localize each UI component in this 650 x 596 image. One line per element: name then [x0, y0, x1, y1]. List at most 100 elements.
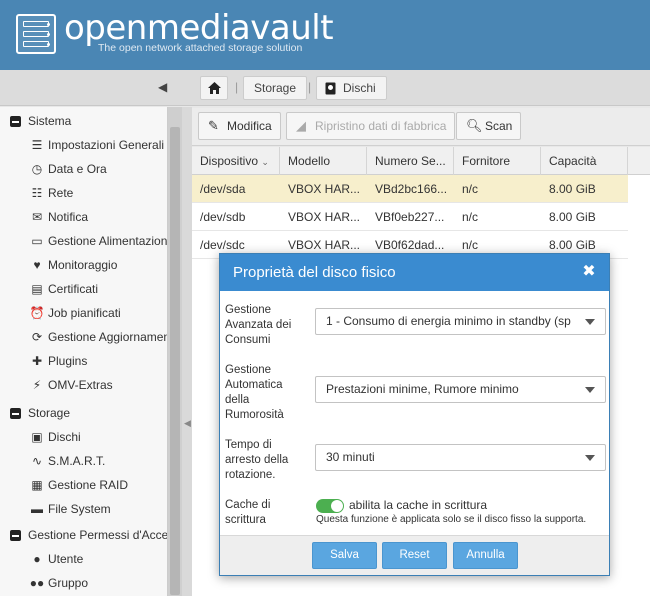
disk-properties-dialog: Proprietà del disco fisico ✖ Gestione Av… — [219, 253, 610, 576]
table-row[interactable]: /dev/sdb VBOX HAR... VBf0eb227... n/c 8.… — [192, 203, 628, 231]
sidebar-group-label: Gestione Permessi d'Accesso — [28, 528, 168, 542]
sidebar-item-gestione-aggiornamenti[interactable]: ⟳ Gestione Aggiornamenti — [0, 325, 167, 349]
sidebar-item-certificati[interactable]: ▤ Certificati — [0, 277, 167, 301]
breadcrumb-storage[interactable]: Storage — [243, 76, 308, 100]
cell-serial: VBd2bc166... — [375, 182, 448, 196]
mail-icon: ✉ — [31, 210, 43, 224]
sidebar-item-label: Rete — [48, 186, 74, 200]
column-header-modello[interactable]: Modello — [280, 147, 367, 175]
sidebar-item-rete[interactable]: ☷ Rete — [0, 181, 167, 205]
sidebar-item-job-pianificati[interactable]: ⏰ Job pianificati — [0, 301, 167, 325]
dialog-title: Proprietà del disco fisico — [220, 254, 609, 291]
folder-icon: ▬ — [31, 502, 43, 516]
toggle-knob — [331, 500, 343, 512]
sidebar-item-label: Certificati — [48, 282, 99, 296]
sidebar-item-dischi[interactable]: ▣ Dischi — [0, 425, 167, 449]
cell-capacity: 8.00 GiB — [549, 182, 596, 196]
edit-button[interactable]: ✎ Modifica — [198, 112, 281, 140]
certificate-icon: ▤ — [31, 282, 43, 296]
dialog-title-text: Proprietà del disco fisico — [233, 264, 396, 281]
table-row[interactable]: /dev/sda VBOX HAR... VBd2bc166... n/c 8.… — [192, 175, 628, 203]
scrollbar-thumb[interactable] — [170, 127, 180, 595]
scan-button[interactable]: 🔍︎ Scan — [456, 112, 522, 140]
spindown-select[interactable]: 30 minuti — [315, 444, 606, 471]
column-header-capacita[interactable]: Capacità — [541, 147, 628, 175]
sidebar-splitter[interactable] — [182, 107, 192, 596]
wipe-button[interactable]: ◢ Ripristino dati di fabbrica — [286, 112, 456, 140]
edit-button-label: Modifica — [227, 119, 272, 133]
write-cache-toggle-label[interactable]: abilita la cache in scrittura — [349, 498, 487, 512]
sidebar-item-label: File System — [48, 502, 111, 516]
sidebar-group-sistema[interactable]: Sistema — [0, 109, 167, 133]
aam-select[interactable]: Prestazioni minime, Rumore minimo — [315, 376, 606, 403]
apm-label: Gestione Avanzata dei Consumi — [225, 304, 292, 346]
cell-capacity: 8.00 GiB — [549, 210, 596, 224]
home-icon — [207, 82, 221, 94]
sidebar-group-storage[interactable]: Storage — [0, 401, 167, 425]
logo-tagline: The open network attached storage soluti… — [98, 42, 303, 54]
sidebar-item-data-e-ora[interactable]: ◷ Data e Ora — [0, 157, 167, 181]
aam-label: Gestione Automatica della Rumorosità — [225, 364, 284, 421]
sidebar-item-label: Utente — [48, 552, 84, 566]
spindown-label: Tempo di arresto della rotazione. — [225, 439, 289, 481]
disk-icon: ▣ — [31, 430, 43, 444]
sidebar-group-label: Sistema — [28, 114, 72, 128]
write-cache-hint: Questa funzione è applicata solo se il d… — [316, 514, 587, 525]
sidebar-item-label: Plugins — [48, 354, 88, 368]
cell-device: /dev/sdb — [200, 210, 246, 224]
cancel-button[interactable]: Annulla — [453, 542, 518, 569]
breadcrumb-dischi[interactable]: Dischi — [316, 76, 387, 100]
write-cache-label: Cache di scrittura — [225, 499, 271, 526]
column-header-fornitore[interactable]: Fornitore — [454, 147, 541, 175]
write-cache-toggle[interactable] — [316, 499, 344, 513]
cell-vendor: n/c — [462, 210, 479, 224]
cell-vendor: n/c — [462, 182, 479, 196]
breadcrumb-dischi-label: Dischi — [343, 81, 376, 95]
sidebar-item-notifica[interactable]: ✉ Notifica — [0, 205, 167, 229]
column-header-numero-serie[interactable]: Numero Se... — [367, 147, 454, 175]
sidebar-group-permessi[interactable]: Gestione Permessi d'Accesso — [0, 523, 168, 547]
sidebar-item-utente[interactable]: ● Utente — [0, 547, 167, 571]
sidebar-item-gruppo[interactable]: ●● Gruppo — [0, 571, 167, 595]
reset-button[interactable]: Reset — [382, 542, 447, 569]
sidebar-item-file-system[interactable]: ▬ File System — [0, 497, 167, 521]
sidebar-item-omv-extras[interactable]: ⚡ OMV-Extras — [0, 373, 167, 397]
alarm-icon: ⏰ — [29, 306, 45, 320]
collapse-icon — [10, 408, 21, 419]
user-icon: ● — [33, 552, 41, 566]
sidebar-item-impostazioni-generali[interactable]: ☰ Impostazioni Generali — [0, 133, 167, 157]
app-header: openmediavault The open network attached… — [0, 0, 650, 70]
grid-header: Dispositivo ⌄ Modello Numero Se... Forni… — [192, 147, 650, 175]
sidebar-item-plugins[interactable]: ✚ Plugins — [0, 349, 167, 373]
sidebar-item-smart[interactable]: ∿ S.M.A.R.T. — [0, 449, 167, 473]
sidebar-scrollbar[interactable] — [168, 107, 182, 596]
logo-icon — [16, 14, 56, 54]
sidebar-item-label: Impostazioni Generali — [48, 138, 165, 152]
sidebar-item-label: Gestione RAID — [48, 478, 129, 492]
scan-button-label: Scan — [485, 119, 513, 133]
pulse-icon: ∿ — [31, 454, 43, 468]
splitter-arrow-icon[interactable]: ◀ — [184, 418, 191, 429]
group-icon: ●● — [29, 576, 45, 590]
sidebar-item-label: Job pianificati — [48, 306, 121, 320]
sliders-icon: ☰ — [31, 138, 43, 152]
breadcrumb-home[interactable] — [200, 76, 228, 100]
sidebar-item-label: Notifica — [48, 210, 89, 224]
heartbeat-icon: ♥ — [33, 258, 41, 272]
sidebar: Sistema ☰ Impostazioni Generali ◷ Data e O… — [0, 107, 168, 596]
collapse-sidebar-icon[interactable]: ◀ — [158, 80, 172, 94]
cell-device: /dev/sda — [200, 182, 246, 196]
column-header-dispositivo[interactable]: Dispositivo ⌄ — [192, 147, 280, 175]
sidebar-item-label: Gestione Alimentazione — [48, 234, 168, 248]
collapse-icon — [10, 530, 21, 541]
sidebar-item-monitoraggio[interactable]: ♥ Monitoraggio — [0, 253, 167, 277]
close-icon[interactable]: ✖ — [581, 264, 597, 280]
apm-select[interactable]: 1 - Consumo di energia minimo in standby… — [315, 308, 606, 335]
pencil-icon: ✎ — [208, 118, 219, 133]
plug-icon: ⚡ — [32, 378, 42, 392]
sidebar-item-gestione-raid[interactable]: ▦ Gestione RAID — [0, 473, 167, 497]
save-button[interactable]: Salva — [312, 542, 377, 569]
disk-icon — [325, 82, 336, 95]
sidebar-item-gestione-alimentazione[interactable]: ▭ Gestione Alimentazione — [0, 229, 168, 253]
collapse-icon — [10, 116, 21, 127]
